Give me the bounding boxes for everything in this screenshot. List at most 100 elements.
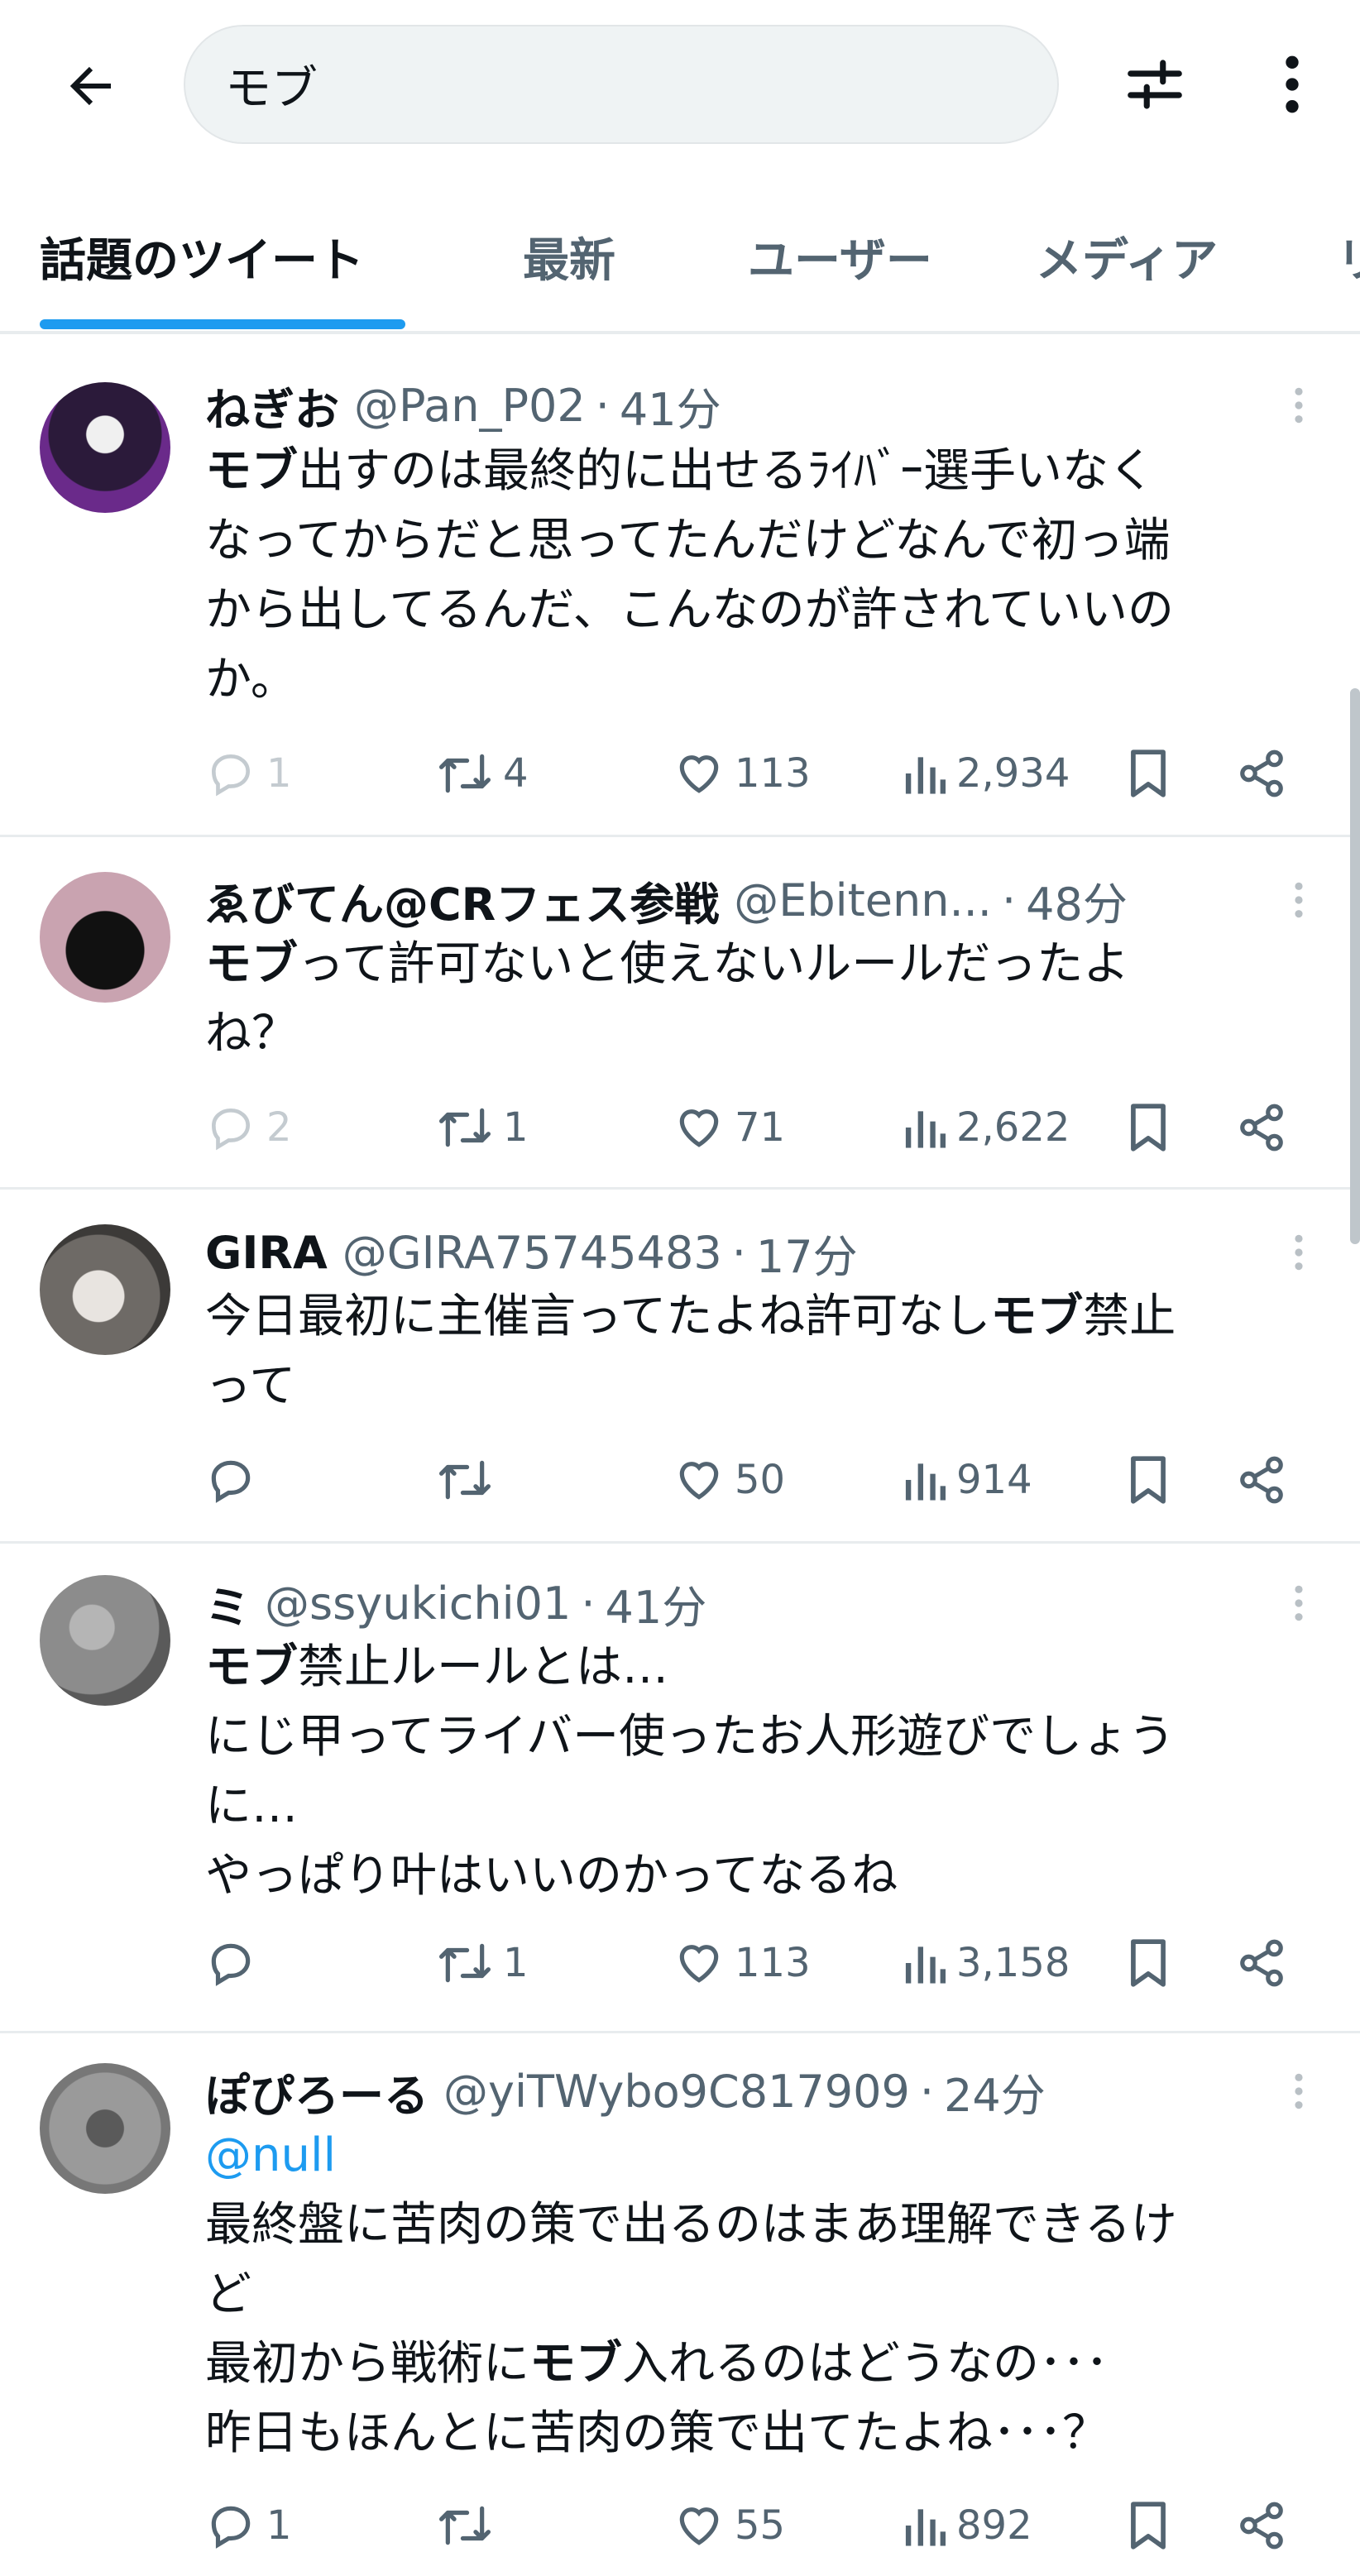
scrollbar[interactable] xyxy=(1350,688,1360,1244)
tweet-time[interactable]: 17分 xyxy=(756,1220,858,1286)
tab-people[interactable]: ユーザー xyxy=(748,223,932,290)
tweet-card[interactable]: ミ @ssyukichi01 · 41分 モブ禁止ルールとは… にじ甲ってライバ… xyxy=(0,1544,1360,2033)
share-icon xyxy=(1240,1104,1283,1152)
back-button[interactable] xyxy=(50,45,132,127)
views-button[interactable]: 3,158 xyxy=(902,1926,1070,2000)
retweet-button[interactable] xyxy=(437,2488,503,2563)
bookmark-button[interactable] xyxy=(1125,1090,1181,1165)
separator-dot: · xyxy=(1001,874,1017,926)
tweet-text: モブって許可ないと使えないルールだったよ ね？ xyxy=(205,930,1314,1069)
share-icon xyxy=(1240,1939,1283,1987)
retweet-button[interactable]: 4 xyxy=(437,736,529,811)
back-arrow-icon xyxy=(69,66,111,106)
tweet-card[interactable]: ねぎお @Pan_P02 · 41分 モブ出すのは最終的に出せるﾗｲﾊﾞｰ選手い… xyxy=(0,334,1360,837)
user-handle[interactable]: @ssyukichi01 xyxy=(265,1578,571,1630)
keyword-highlight: モブ xyxy=(205,937,298,991)
text-line: 最終盤に苦肉の策で出るのはまあ理解できるけ xyxy=(205,2198,1177,2252)
tweet-more-button[interactable] xyxy=(1274,1570,1324,1636)
reply-button[interactable] xyxy=(205,1443,266,1517)
user-handle[interactable]: @GIRA75745483 xyxy=(342,1227,722,1279)
views-button[interactable]: 914 xyxy=(902,1443,1032,1517)
text-line: モブ出すのは最終的に出せるﾗｲﾊﾞｰ選手いなく xyxy=(205,444,1155,498)
user-handle[interactable]: @yiTWybo9C817909 xyxy=(443,2066,910,2118)
tweet-more-button[interactable] xyxy=(1274,372,1324,438)
avatar[interactable] xyxy=(40,2063,170,2194)
avatar[interactable] xyxy=(40,382,170,513)
tweet-actions: 1 113 3,158 xyxy=(205,1926,1314,2000)
retweet-icon xyxy=(438,2506,491,2545)
text-line: モブ禁止ルールとは… xyxy=(205,1640,668,1694)
retweet-button[interactable]: 1 xyxy=(437,1926,529,2000)
separator-dot: · xyxy=(595,379,610,432)
more-vertical-icon xyxy=(1286,55,1299,113)
separator-dot: · xyxy=(581,1577,596,1630)
search-input[interactable]: モブ xyxy=(184,25,1059,144)
tweet-actions: 1 4 113 2,934 xyxy=(205,736,1314,811)
user-handle[interactable]: @Ebitenn... xyxy=(734,874,992,926)
search-filter-button[interactable] xyxy=(1113,43,1196,126)
bookmark-button[interactable] xyxy=(1125,1926,1181,2000)
display-name[interactable]: GIRA xyxy=(205,1227,328,1279)
separator-dot: · xyxy=(919,2065,935,2118)
share-button[interactable] xyxy=(1236,1090,1297,1165)
more-vertical-icon xyxy=(1295,1234,1303,1271)
overflow-menu-button[interactable] xyxy=(1251,43,1334,126)
text-line: から出してるんだ、こんなのが許されていいの xyxy=(205,583,1174,637)
like-button[interactable]: 113 xyxy=(673,736,811,811)
views-button[interactable]: 892 xyxy=(902,2488,1032,2563)
retweet-button[interactable]: 1 xyxy=(437,1090,529,1165)
display-name[interactable]: ゑびてん@CRフェス参戦 xyxy=(205,868,719,933)
like-button[interactable]: 55 xyxy=(673,2488,785,2563)
tweet-more-button[interactable] xyxy=(1274,2058,1324,2124)
tab-top[interactable]: 話題のツイート xyxy=(40,223,364,290)
tweet-header: ミ @ssyukichi01 · 41分 xyxy=(205,1570,1261,1636)
tweet-more-button[interactable] xyxy=(1274,1219,1324,1286)
like-button[interactable]: 113 xyxy=(673,1926,811,2000)
like-button[interactable]: 50 xyxy=(673,1443,785,1517)
bookmark-button[interactable] xyxy=(1125,736,1181,811)
tweet-time[interactable]: 48分 xyxy=(1026,868,1128,933)
display-name[interactable]: ミ xyxy=(205,1571,250,1636)
tweet-actions: 2 1 71 2,622 xyxy=(205,1090,1314,1165)
text-line: ど xyxy=(205,2267,251,2321)
reply-button[interactable] xyxy=(205,1926,266,2000)
tweet-card[interactable]: GIRA @GIRA75745483 · 17分 今日最初に主催言ってたよね許可… xyxy=(0,1190,1360,1544)
reply-button[interactable]: 1 xyxy=(205,736,292,811)
tweet-time[interactable]: 41分 xyxy=(620,373,721,438)
bookmark-button[interactable] xyxy=(1125,2488,1181,2563)
share-button[interactable] xyxy=(1236,1926,1297,2000)
views-button[interactable]: 2,934 xyxy=(902,736,1070,811)
tweet-text: @null 最終盤に苦肉の策で出るのはまあ理解できるけ ど 最初から戦術にモブ入… xyxy=(205,2121,1314,2468)
bookmark-button[interactable] xyxy=(1125,1443,1181,1517)
user-handle[interactable]: @Pan_P02 xyxy=(354,380,586,432)
reply-button[interactable]: 2 xyxy=(205,1090,292,1165)
avatar[interactable] xyxy=(40,1224,170,1355)
tweet-actions: 1 55 892 xyxy=(205,2488,1314,2563)
tab-media[interactable]: メディア xyxy=(1036,223,1218,290)
tab-lists[interactable]: リ xyxy=(1337,223,1360,290)
mention-link[interactable]: @null xyxy=(205,2121,1314,2191)
top-bar: モブ xyxy=(0,0,1360,170)
share-button[interactable] xyxy=(1236,736,1297,811)
avatar[interactable] xyxy=(40,872,170,1003)
reply-button[interactable]: 1 xyxy=(205,2488,292,2563)
share-button[interactable] xyxy=(1236,2488,1297,2563)
views-button[interactable]: 2,622 xyxy=(902,1090,1070,1165)
tab-latest[interactable]: 最新 xyxy=(523,223,615,290)
retweet-button[interactable] xyxy=(437,1443,503,1517)
avatar[interactable] xyxy=(40,1575,170,1706)
display-name[interactable]: ねぎお xyxy=(205,373,339,438)
text-line: 最初から戦術にモブ入れるのはどうなの･･･ xyxy=(205,2337,1109,2391)
tweet-time[interactable]: 41分 xyxy=(606,1571,707,1636)
share-button[interactable] xyxy=(1236,1443,1297,1517)
sliders-icon xyxy=(1128,60,1182,109)
retweet-icon xyxy=(438,1943,491,1983)
reply-icon xyxy=(211,1943,251,1986)
tweet-time[interactable]: 24分 xyxy=(944,2059,1046,2124)
tweet-more-button[interactable] xyxy=(1274,867,1324,933)
like-button[interactable]: 71 xyxy=(673,1090,785,1165)
tweet-card[interactable]: ぽぴろーる @yiTWybo9C817909 · 24分 @null 最終盤に苦… xyxy=(0,2033,1360,2576)
tweet-card[interactable]: ゑびてん@CRフェス参戦 @Ebitenn... · 48分 モブって許可ないと… xyxy=(0,837,1360,1190)
display-name[interactable]: ぽぴろーる xyxy=(205,2059,429,2124)
reply-icon xyxy=(212,1108,250,1151)
